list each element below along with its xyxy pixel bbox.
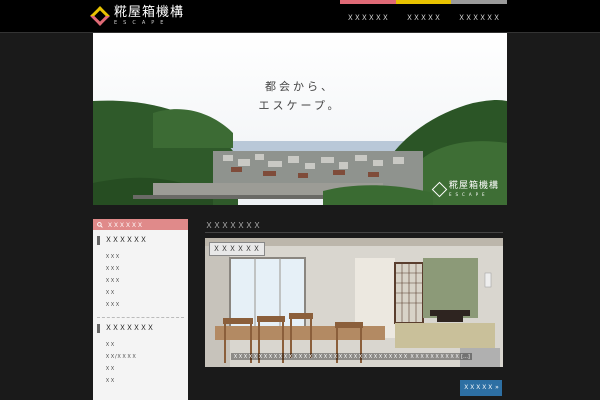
hero-catchphrase-line1: 都会から、: [265, 80, 335, 93]
hero-banner: 都会から、 エスケープ。 糀屋箱機構 ESCAPE: [93, 33, 507, 205]
tag-item[interactable]: ＸＸ: [105, 339, 188, 351]
tag-list: ＸＸ ＸＸ/ＸＸＸＸ ＸＸ ＸＸ: [93, 339, 188, 387]
sidebar-section-title: ＸＸＸＸＸＸ: [97, 236, 184, 245]
sidebar-section-title: ＸＸＸＸＸＸＸ: [97, 324, 184, 333]
sidebar-divider: [97, 317, 184, 318]
nav-item-3[interactable]: ＸＸＸＸＸＸ: [451, 0, 508, 32]
nav-item-1[interactable]: ＸＸＸＸＸＸ: [340, 0, 396, 32]
category-item[interactable]: ＸＸＸ: [105, 275, 188, 287]
category-list: ＸＸＸ ＸＸＸ ＸＸＸ ＸＸ ＸＸＸ: [93, 251, 188, 311]
category-item[interactable]: ＸＸＸ: [105, 263, 188, 275]
logo-diamond-icon: [90, 6, 110, 26]
logo-subtitle: ESCAPE: [114, 20, 170, 26]
search-icon: [97, 221, 103, 228]
post-title-label: ＸＸＸＸＸＸ: [209, 242, 265, 256]
main-content: ＸＸＸＸＸＸＸ ＸＸＸＸＸＸ ＸＸＸＸＸＸＸＸＸＸＸＸＸＸＸＸＸＸＸＸＸＸＸＸＸ…: [205, 219, 503, 400]
search-bar[interactable]: ＸＸＸＸＸＸ: [93, 219, 188, 230]
hero-logo-subtitle: ESCAPE: [448, 192, 489, 197]
category-item[interactable]: ＸＸＸ: [105, 299, 188, 311]
main-nav: ＸＸＸＸＸＸ ＸＸＸＸＸ ＸＸＸＸＸＸ: [340, 0, 508, 32]
post-thumbnail-image[interactable]: [205, 238, 503, 367]
read-more-button[interactable]: ＸＸＸＸＸ »: [460, 380, 502, 396]
hero-logo: 糀屋箱機構 ESCAPE: [431, 181, 499, 198]
nav-accent-bar: [395, 0, 452, 4]
post-card[interactable]: ＸＸＸＸＸＸ ＸＸＸＸＸＸＸＸＸＸＸＸＸＸＸＸＸＸＸＸＸＸＸＸＸＸＸＸＸＸＸＸＸ…: [205, 238, 503, 367]
nav-item-label: ＸＸＸＸＸＸ: [346, 14, 389, 22]
tag-item[interactable]: ＸＸ: [105, 375, 188, 387]
sidebar: ＸＸＸＸＸＸ ＸＸＸＸＸＸ ＸＸＸ ＸＸＸ ＸＸＸ ＸＸ ＸＸＸ ＸＸＸＸＸＸＸ…: [93, 219, 188, 400]
nav-accent-bar: [340, 0, 396, 4]
search-label: ＸＸＸＸＸＸ: [107, 222, 144, 229]
tag-item[interactable]: ＸＸ/ＸＸＸＸ: [105, 351, 188, 363]
section-title: ＸＸＸＸＸＸＸ: [205, 219, 503, 233]
hero-landscape-image: [93, 33, 507, 205]
hero-catchphrase-line2: エスケープ。: [258, 99, 342, 112]
hero-logo-title: 糀屋箱機構: [448, 181, 499, 191]
logo-title: 糀屋箱機構: [114, 5, 185, 20]
nav-item-label: ＸＸＸＸＸ: [406, 14, 441, 22]
nav-accent-bar: [451, 0, 508, 4]
site-logo[interactable]: 糀屋箱機構 ESCAPE: [90, 4, 185, 28]
post-excerpt: ＸＸＸＸＸＸＸＸＸＸＸＸＸＸＸＸＸＸＸＸＸＸＸＸＸＸＸＸＸＸＸＸＸＸＸ ＸＸＸＸ…: [231, 353, 472, 360]
tag-item[interactable]: ＸＸ: [105, 363, 188, 375]
nav-item-label: ＸＸＸＸＸＸ: [458, 14, 501, 22]
nav-item-2[interactable]: ＸＸＸＸＸ: [395, 0, 452, 32]
site-header: 糀屋箱機構 ESCAPE ＸＸＸＸＸＸ ＸＸＸＸＸ ＸＸＸＸＸＸ: [0, 0, 600, 33]
category-item[interactable]: ＸＸＸ: [105, 251, 188, 263]
hero-diamond-icon: [431, 181, 448, 198]
category-item[interactable]: ＸＸ: [105, 287, 188, 299]
